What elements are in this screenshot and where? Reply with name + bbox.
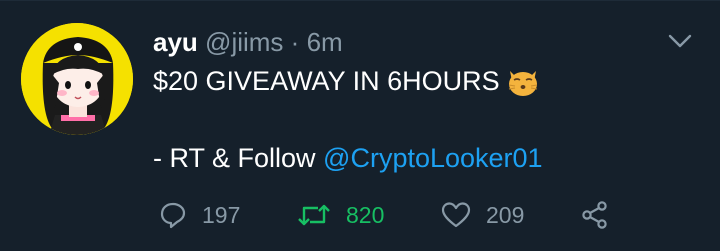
tweet-actions: 197 820 209: [0, 197, 720, 233]
tweet-card[interactable]: ayu @jiims · 6m $20 GIVEAWAY IN 6HOURS -…: [0, 0, 720, 251]
tweet-text-line-2: - RT & Follow @CryptoLooker01: [153, 142, 543, 174]
kissing-cat-emoji-icon: [506, 65, 540, 97]
timestamp[interactable]: 6m: [307, 27, 343, 57]
tweet-text-line-1: $20 GIVEAWAY IN 6HOURS: [153, 65, 540, 97]
heart-icon: [441, 202, 471, 228]
chevron-down-icon[interactable]: [666, 31, 694, 51]
like-count: 209: [486, 201, 525, 228]
share-icon: [582, 201, 607, 229]
tweet-text-prefix: - RT & Follow: [153, 143, 324, 173]
reply-count: 197: [202, 201, 241, 228]
avatar[interactable]: [21, 23, 133, 135]
mention-link[interactable]: @CryptoLooker01: [323, 143, 543, 173]
retweet-count: 820: [346, 201, 385, 228]
tweet-text: $20 GIVEAWAY IN 6HOURS: [153, 66, 500, 96]
retweet-button[interactable]: 820: [296, 197, 384, 233]
like-button[interactable]: 209: [440, 197, 524, 233]
user-handle[interactable]: @jiims: [205, 27, 283, 57]
display-name[interactable]: ayu: [153, 27, 198, 57]
reply-icon: [160, 202, 186, 229]
retweet-icon: [298, 204, 330, 226]
reply-button[interactable]: 197: [158, 197, 240, 233]
separator-dot: ·: [290, 27, 300, 57]
tweet-header: ayu @jiims · 6m: [153, 27, 343, 57]
share-button[interactable]: [580, 197, 610, 233]
avatar-illustration: [21, 23, 133, 135]
